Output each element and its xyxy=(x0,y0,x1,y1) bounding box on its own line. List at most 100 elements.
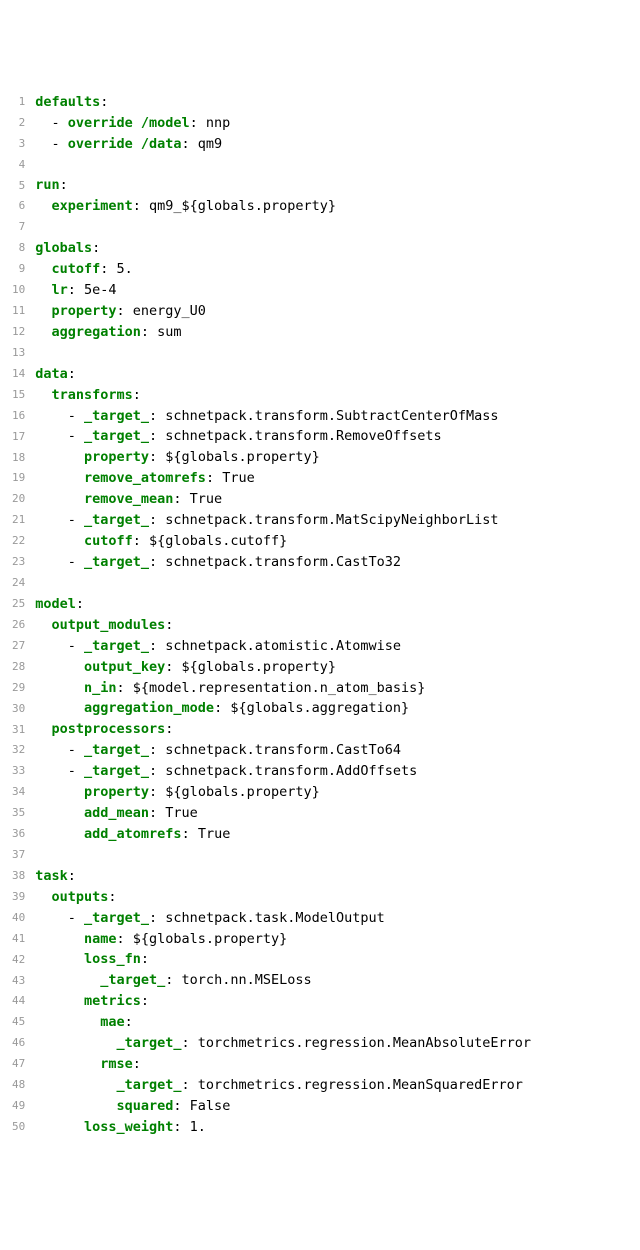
yaml-text xyxy=(35,282,51,298)
yaml-text xyxy=(35,805,84,821)
yaml-text: : energy_U0 xyxy=(117,303,206,319)
line-number: 45 xyxy=(12,1013,25,1030)
yaml-text: : schnetpack.transform.RemoveOffsets xyxy=(149,428,442,444)
yaml-key: transforms xyxy=(52,387,133,403)
line-number: 26 xyxy=(12,616,25,633)
yaml-text: : schnetpack.transform.CastTo32 xyxy=(149,554,401,570)
code-line: 12 aggregation: sum xyxy=(12,322,628,343)
code-line: 25model: xyxy=(12,594,628,615)
code-line: 46 _target_: torchmetrics.regression.Mea… xyxy=(12,1033,628,1054)
yaml-text: : xyxy=(108,889,116,905)
yaml-text xyxy=(35,303,51,319)
line-number: 49 xyxy=(12,1097,25,1114)
code-line: 44 metrics: xyxy=(12,991,628,1012)
yaml-key: _target_ xyxy=(100,972,165,988)
yaml-text: : xyxy=(68,868,76,884)
yaml-text: - xyxy=(35,554,84,570)
yaml-text xyxy=(35,470,84,486)
yaml-text: : xyxy=(92,240,100,256)
code-line: 11 property: energy_U0 xyxy=(12,301,628,322)
yaml-text: : sum xyxy=(141,324,182,340)
yaml-key: _target_ xyxy=(84,428,149,444)
yaml-key: globals xyxy=(35,240,92,256)
yaml-key: data xyxy=(35,366,68,382)
yaml-key: _target_ xyxy=(84,910,149,926)
yaml-key: cutoff xyxy=(52,261,101,277)
code-line: 1defaults: xyxy=(12,92,628,113)
code-line: 38task: xyxy=(12,866,628,887)
code-listing: 1defaults:2 - override /model: nnp3 - ov… xyxy=(12,92,628,1138)
line-number: 44 xyxy=(12,992,25,1009)
yaml-text: : torchmetrics.regression.MeanAbsoluteEr… xyxy=(182,1035,532,1051)
yaml-key: mae xyxy=(100,1014,124,1030)
line-number: 42 xyxy=(12,951,25,968)
line-number: 2 xyxy=(12,114,25,131)
yaml-key: _target_ xyxy=(84,638,149,654)
yaml-key: _target_ xyxy=(117,1077,182,1093)
line-number: 33 xyxy=(12,762,25,779)
yaml-text xyxy=(35,826,84,842)
code-line: 19 remove_atomrefs: True xyxy=(12,468,628,489)
yaml-key: remove_atomrefs xyxy=(84,470,206,486)
code-line: 42 loss_fn: xyxy=(12,949,628,970)
yaml-key: name xyxy=(84,931,117,947)
code-line: 4 xyxy=(12,154,628,175)
code-line: 41 name: ${globals.property} xyxy=(12,929,628,950)
yaml-text: : 5e-4 xyxy=(68,282,117,298)
yaml-text: - xyxy=(35,763,84,779)
line-number: 24 xyxy=(12,574,25,591)
yaml-text: : qm9_${globals.property} xyxy=(133,198,336,214)
yaml-text xyxy=(35,533,84,549)
yaml-key: _target_ xyxy=(84,742,149,758)
yaml-text xyxy=(35,889,51,905)
line-number: 20 xyxy=(12,490,25,507)
yaml-key: run xyxy=(35,177,59,193)
code-line: 9 cutoff: 5. xyxy=(12,259,628,280)
code-line: 2 - override /model: nnp xyxy=(12,113,628,134)
line-number: 10 xyxy=(12,281,25,298)
yaml-text: : torch.nn.MSELoss xyxy=(165,972,311,988)
yaml-key: lr xyxy=(52,282,68,298)
line-number: 38 xyxy=(12,867,25,884)
yaml-key: model xyxy=(35,596,76,612)
yaml-text: : ${globals.cutoff} xyxy=(133,533,287,549)
yaml-text xyxy=(35,449,84,465)
code-line: 48 _target_: torchmetrics.regression.Mea… xyxy=(12,1075,628,1096)
yaml-key: _target_ xyxy=(84,554,149,570)
line-number: 18 xyxy=(12,449,25,466)
line-number: 3 xyxy=(12,135,25,152)
code-line: 17 - _target_: schnetpack.transform.Remo… xyxy=(12,426,628,447)
yaml-text: : ${globals.property} xyxy=(149,784,320,800)
yaml-text xyxy=(35,659,84,675)
line-number: 19 xyxy=(12,469,25,486)
yaml-key: postprocessors xyxy=(52,721,166,737)
yaml-text: - xyxy=(35,910,84,926)
code-line: 3 - override /data: qm9 xyxy=(12,134,628,155)
yaml-key: _target_ xyxy=(84,763,149,779)
line-number: 32 xyxy=(12,741,25,758)
code-line: 39 outputs: xyxy=(12,887,628,908)
line-number: 7 xyxy=(12,218,25,235)
code-line: 20 remove_mean: True xyxy=(12,489,628,510)
line-number: 27 xyxy=(12,637,25,654)
code-line: 10 lr: 5e-4 xyxy=(12,280,628,301)
yaml-text: - xyxy=(35,115,68,131)
yaml-text xyxy=(35,1056,100,1072)
yaml-text: : xyxy=(133,1056,141,1072)
yaml-text: : torchmetrics.regression.MeanSquaredErr… xyxy=(182,1077,523,1093)
yaml-key: defaults xyxy=(35,94,100,110)
yaml-text: : True xyxy=(206,470,255,486)
yaml-text xyxy=(35,261,51,277)
line-number: 12 xyxy=(12,323,25,340)
line-number: 47 xyxy=(12,1055,25,1072)
yaml-key: loss_weight xyxy=(84,1119,173,1135)
yaml-text xyxy=(35,784,84,800)
line-number: 28 xyxy=(12,658,25,675)
yaml-key: experiment xyxy=(52,198,133,214)
line-number: 36 xyxy=(12,825,25,842)
yaml-text xyxy=(35,491,84,507)
line-number: 21 xyxy=(12,511,25,528)
yaml-key: override /data xyxy=(68,136,182,152)
line-number: 6 xyxy=(12,197,25,214)
yaml-key: output_modules xyxy=(52,617,166,633)
